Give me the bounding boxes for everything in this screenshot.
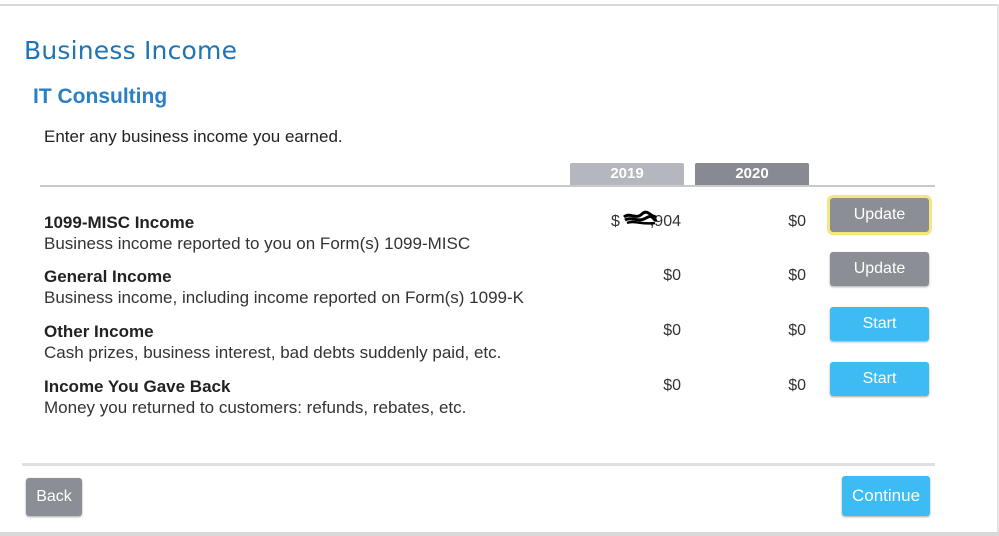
value-2019: $0 xyxy=(663,377,681,394)
value-2019-prefix: $ xyxy=(610,213,620,230)
start-button-income-gave-back[interactable]: Start xyxy=(830,362,929,396)
row-description: Money you returned to customers: refunds… xyxy=(44,398,467,417)
income-row-gave-back: Income You Gave Back Money you returned … xyxy=(0,362,999,427)
back-button[interactable]: Back xyxy=(26,478,82,516)
footer-divider xyxy=(22,463,935,466)
value-2020: $0 xyxy=(788,213,806,230)
row-title: Other Income xyxy=(44,322,154,341)
start-button-other-income[interactable]: Start xyxy=(830,307,929,341)
update-button-general-income[interactable]: Update xyxy=(830,252,929,286)
continue-button[interactable]: Continue xyxy=(842,476,930,516)
row-title: General Income xyxy=(44,267,172,286)
value-2020: $0 xyxy=(788,322,806,339)
header-divider xyxy=(40,185,935,187)
value-2020: $0 xyxy=(788,377,806,394)
row-title: 1099-MISC Income xyxy=(44,213,195,232)
column-header-2019: 2019 xyxy=(570,163,684,185)
bottom-border xyxy=(0,532,999,536)
top-border xyxy=(0,4,999,6)
value-2019: $0 xyxy=(663,267,681,284)
column-header-2020: 2020 xyxy=(695,163,809,185)
instruction-text: Enter any business income you earned. xyxy=(44,127,343,146)
value-2020: $0 xyxy=(788,267,806,284)
row-description: Cash prizes, business interest, bad debt… xyxy=(44,343,502,362)
row-description: Business income reported to you on Form(… xyxy=(44,234,471,253)
redaction-scribble xyxy=(623,210,658,225)
row-description: Business income, including income report… xyxy=(44,288,525,307)
value-2019: $0 xyxy=(663,322,681,339)
update-button-1099-misc[interactable]: Update xyxy=(827,195,932,235)
section-subtitle: IT Consulting xyxy=(33,85,168,108)
page-title: Business Income xyxy=(24,36,238,65)
row-title: Income You Gave Back xyxy=(44,377,231,396)
